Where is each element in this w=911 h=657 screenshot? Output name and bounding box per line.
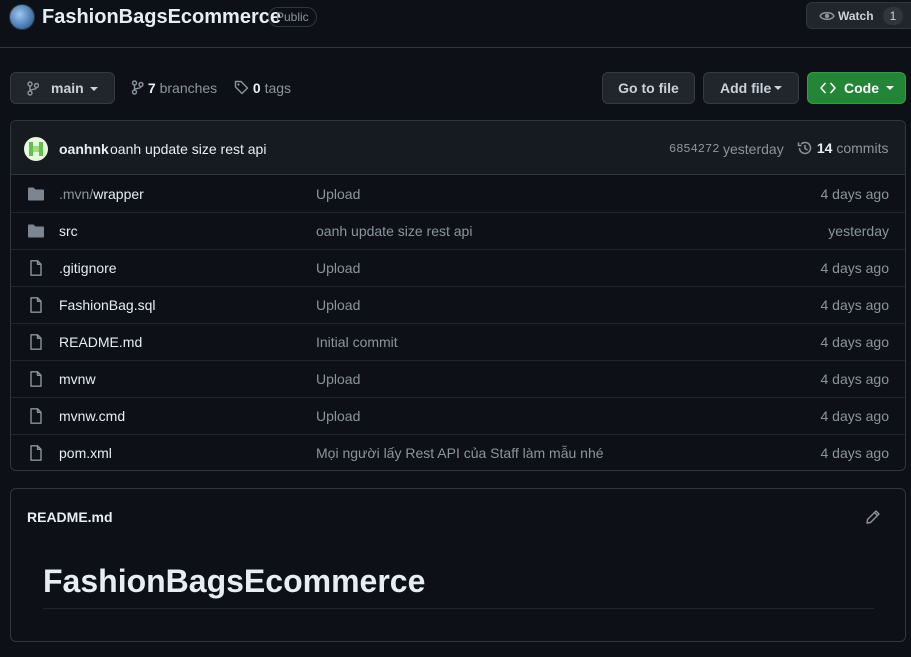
- file-name-label: FashionBag.sql: [59, 297, 156, 313]
- file-name-label: .gitignore: [59, 260, 117, 276]
- file-commit-age: yesterday: [828, 223, 889, 239]
- git-branch-icon: [131, 80, 144, 95]
- file-name-label: README.md: [59, 334, 143, 350]
- owner-avatar[interactable]: [9, 4, 35, 30]
- add-file-label: Add file: [720, 80, 772, 96]
- file-icon: [30, 371, 42, 387]
- file-commit-message[interactable]: Mọi người lấy Rest API của Staff làm mẫu…: [316, 445, 604, 461]
- commits-count: 14: [816, 140, 833, 156]
- commit-hash[interactable]: 6854272: [669, 142, 719, 156]
- go-to-file-button[interactable]: Go to file: [602, 72, 695, 104]
- file-name[interactable]: README.md: [59, 334, 142, 350]
- file-icon: [30, 297, 42, 313]
- table-row[interactable]: src oanh update size rest api yesterday: [11, 213, 905, 250]
- branches-count: 7: [147, 80, 156, 96]
- branches-label: branches: [159, 80, 218, 96]
- file-name[interactable]: .gitignore: [59, 260, 117, 276]
- file-icon: [30, 260, 42, 276]
- file-icon: [30, 445, 42, 461]
- file-name[interactable]: mvnw.cmd: [59, 408, 125, 424]
- visibility-badge: Public: [268, 7, 317, 27]
- git-branch-icon: [27, 81, 39, 96]
- file-name[interactable]: .mvn/wrapper: [59, 186, 144, 202]
- tags-link[interactable]: 0 tags: [234, 80, 291, 96]
- file-name-prefix: .mvn/: [59, 186, 94, 202]
- chevron-down-icon: [90, 87, 98, 91]
- code-label: Code: [844, 80, 879, 96]
- file-name-label: mvnw: [59, 371, 96, 387]
- folder-icon: [28, 224, 44, 238]
- repo-header: FashionBagsEcommerce Public Watch 1: [0, 0, 911, 48]
- code-button[interactable]: Code: [807, 72, 906, 104]
- commit-author[interactable]: oanhnk: [59, 141, 109, 157]
- watch-button[interactable]: Watch 1: [806, 2, 911, 29]
- table-row[interactable]: mvnw.cmd Upload 4 days ago: [11, 398, 905, 435]
- readme-filename[interactable]: README.md: [27, 509, 113, 525]
- file-name[interactable]: src: [59, 223, 78, 239]
- branch-select-button[interactable]: main: [10, 72, 115, 104]
- file-icon: [30, 408, 42, 424]
- file-table: oanhnk oanh update size rest api 6854272…: [10, 120, 906, 471]
- tags-label: tags: [264, 80, 292, 96]
- branches-link[interactable]: 7 branches: [131, 80, 217, 96]
- file-name[interactable]: pom.xml: [59, 445, 112, 461]
- add-file-button[interactable]: Add file: [703, 72, 799, 104]
- author-avatar[interactable]: [24, 137, 48, 161]
- file-name-label: mvnw.cmd: [59, 408, 126, 424]
- tags-count: 0: [252, 80, 261, 96]
- file-commit-message[interactable]: Upload: [316, 408, 360, 424]
- file-commit-age: 4 days ago: [820, 297, 890, 313]
- latest-commit-bar: oanhnk oanh update size rest api 6854272…: [11, 121, 905, 175]
- file-commit-age: 4 days ago: [820, 445, 890, 461]
- branch-name: main: [51, 80, 84, 96]
- file-commit-age: 4 days ago: [820, 260, 890, 276]
- chevron-down-icon: [886, 86, 894, 90]
- file-commit-message[interactable]: Upload: [316, 260, 360, 276]
- file-name-label: pom.xml: [59, 445, 112, 461]
- file-commit-message[interactable]: Initial commit: [316, 334, 398, 350]
- file-commit-message[interactable]: oanh update size rest api: [316, 223, 472, 239]
- table-row[interactable]: pom.xml Mọi người lấy Rest API của Staff …: [11, 435, 905, 470]
- table-row[interactable]: README.md Initial commit 4 days ago: [11, 324, 905, 361]
- heading-divider: [43, 608, 874, 609]
- table-row[interactable]: mvnw Upload 4 days ago: [11, 361, 905, 398]
- file-name-label: wrapper: [93, 186, 144, 202]
- file-commit-age: 4 days ago: [820, 334, 890, 350]
- file-name-label: src: [59, 223, 78, 239]
- readme-panel: README.md FashionBagsEcommerce: [10, 488, 906, 642]
- commits-label: commits: [836, 140, 889, 156]
- pencil-icon[interactable]: [865, 509, 881, 525]
- tag-icon: [234, 80, 249, 95]
- watch-label: Watch: [838, 9, 874, 23]
- file-commit-message[interactable]: Upload: [316, 371, 360, 387]
- file-commit-message[interactable]: Upload: [316, 186, 360, 202]
- history-icon: [797, 141, 812, 155]
- table-row[interactable]: .mvn/wrapper Upload 4 days ago: [11, 176, 905, 213]
- file-name[interactable]: mvnw: [59, 371, 96, 387]
- commits-link[interactable]: 14 commits: [797, 140, 888, 156]
- commit-message[interactable]: oanh update size rest api: [110, 141, 266, 157]
- file-name[interactable]: FashionBag.sql: [59, 297, 156, 313]
- file-commit-age: 4 days ago: [820, 371, 890, 387]
- table-row[interactable]: .gitignore Upload 4 days ago: [11, 250, 905, 287]
- watch-count: 1: [883, 7, 903, 25]
- file-icon: [30, 334, 42, 350]
- file-commit-age: 4 days ago: [820, 408, 890, 424]
- chevron-down-icon: [774, 86, 782, 90]
- file-commit-age: 4 days ago: [820, 186, 890, 202]
- commit-time: yesterday: [723, 141, 784, 157]
- file-commit-message[interactable]: Upload: [316, 297, 360, 313]
- table-row[interactable]: FashionBag.sql Upload 4 days ago: [11, 287, 905, 324]
- readme-heading: FashionBagsEcommerce: [43, 563, 426, 599]
- code-icon: [820, 82, 836, 94]
- repo-name[interactable]: FashionBagsEcommerce: [42, 6, 281, 29]
- eye-icon: [819, 11, 835, 21]
- folder-icon: [28, 187, 44, 201]
